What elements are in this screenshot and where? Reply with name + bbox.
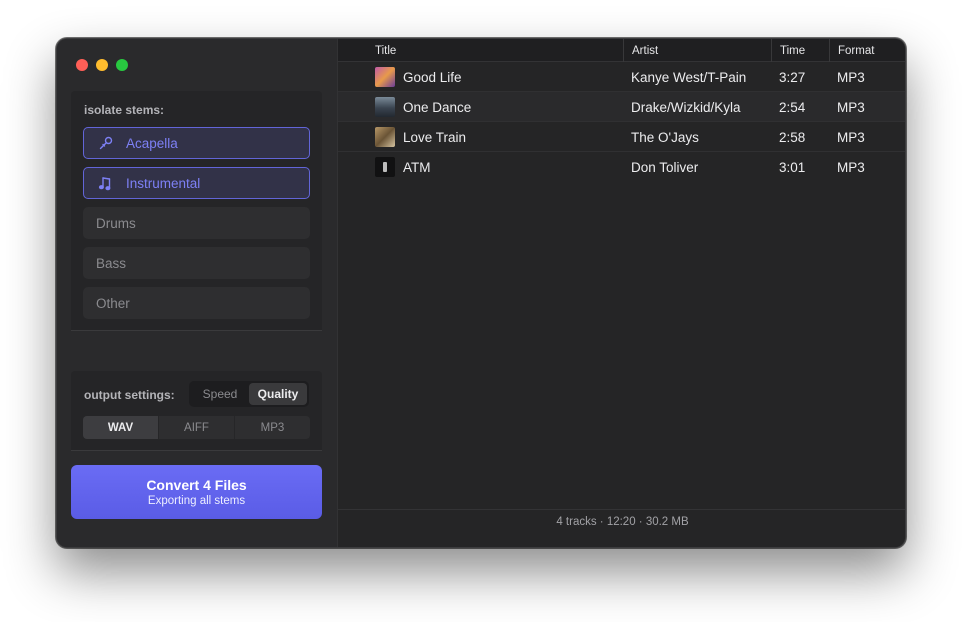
minimize-window-button[interactable] <box>96 59 108 71</box>
track-format: MP3 <box>837 69 865 85</box>
table-row[interactable]: Love Train The O'Jays 2:58 MP3 <box>338 122 905 152</box>
track-list: Title Artist Time Format Good Life Kanye… <box>337 39 905 547</box>
output-settings-panel: output settings: Speed Quality WAV AIFF … <box>71 371 322 451</box>
stem-drums-button[interactable]: Drums <box>83 207 310 239</box>
stem-label: Instrumental <box>126 175 201 191</box>
convert-button[interactable]: Convert 4 Files Exporting all stems <box>71 465 322 519</box>
track-time: 3:01 <box>779 159 806 175</box>
album-art <box>375 127 395 147</box>
track-title: Good Life <box>403 69 462 85</box>
format-wav-option[interactable]: WAV <box>83 416 159 439</box>
status-footer: 4 tracks · 12:20 · 30.2 MB <box>338 509 905 533</box>
track-title-cell: One Dance <box>375 92 471 122</box>
album-art <box>375 67 395 87</box>
window-controls <box>76 59 128 71</box>
track-title: ATM <box>403 159 431 175</box>
track-title-cell: Good Life <box>375 62 462 92</box>
stem-label: Other <box>96 295 130 311</box>
track-time: 2:54 <box>779 99 806 115</box>
mode-speed-option[interactable]: Speed <box>191 383 249 405</box>
music-notes-icon <box>97 174 115 192</box>
format-segmented-control: WAV AIFF MP3 <box>83 416 310 439</box>
table-row[interactable]: ATM Don Toliver 3:01 MP3 <box>338 152 905 182</box>
track-title-cell: ATM <box>375 152 431 182</box>
stem-acapella-button[interactable]: Acapella <box>83 127 310 159</box>
track-format: MP3 <box>837 129 865 145</box>
table-row[interactable]: Good Life Kanye West/T-Pain 3:27 MP3 <box>338 62 905 92</box>
mode-segmented-control: Speed Quality <box>189 381 309 407</box>
stem-label: Bass <box>96 255 127 271</box>
stems-label: isolate stems: <box>84 103 165 117</box>
table-header: Title Artist Time Format <box>338 39 905 62</box>
stem-instrumental-button[interactable]: Instrumental <box>83 167 310 199</box>
format-aiff-option[interactable]: AIFF <box>159 416 235 439</box>
column-header-artist[interactable]: Artist <box>623 39 771 62</box>
track-artist: Kanye West/T-Pain <box>631 69 747 85</box>
convert-button-title: Convert 4 Files <box>146 477 247 493</box>
stem-label: Acapella <box>126 135 178 151</box>
microphone-icon <box>97 134 115 152</box>
stem-label: Drums <box>96 215 136 231</box>
close-window-button[interactable] <box>76 59 88 71</box>
track-artist: Drake/Wizkid/Kyla <box>631 99 741 115</box>
output-settings-label: output settings: <box>84 388 175 402</box>
format-mp3-option[interactable]: MP3 <box>235 416 310 439</box>
table-row[interactable]: One Dance Drake/Wizkid/Kyla 2:54 MP3 <box>338 92 905 122</box>
track-time: 2:58 <box>779 129 806 145</box>
stem-bass-button[interactable]: Bass <box>83 247 310 279</box>
mode-quality-option[interactable]: Quality <box>249 383 307 405</box>
track-artist: Don Toliver <box>631 159 699 175</box>
stem-other-button[interactable]: Other <box>83 287 310 319</box>
album-art <box>375 97 395 117</box>
track-title: One Dance <box>403 99 472 115</box>
track-time: 3:27 <box>779 69 806 85</box>
column-header-title[interactable]: Title <box>338 39 623 62</box>
track-title-cell: Love Train <box>375 122 466 152</box>
convert-button-subtitle: Exporting all stems <box>147 495 246 507</box>
maximize-window-button[interactable] <box>116 59 128 71</box>
track-format: MP3 <box>837 99 865 115</box>
column-header-format[interactable]: Format <box>829 39 905 62</box>
sidebar: isolate stems: Acapella Instrumental Dru… <box>57 39 337 547</box>
stems-panel: isolate stems: Acapella Instrumental Dru… <box>71 91 322 331</box>
app-window: isolate stems: Acapella Instrumental Dru… <box>56 38 906 548</box>
album-art <box>375 157 395 177</box>
track-format: MP3 <box>837 159 865 175</box>
track-artist: The O'Jays <box>631 129 699 145</box>
track-title: Love Train <box>403 129 467 145</box>
column-header-time[interactable]: Time <box>771 39 829 62</box>
